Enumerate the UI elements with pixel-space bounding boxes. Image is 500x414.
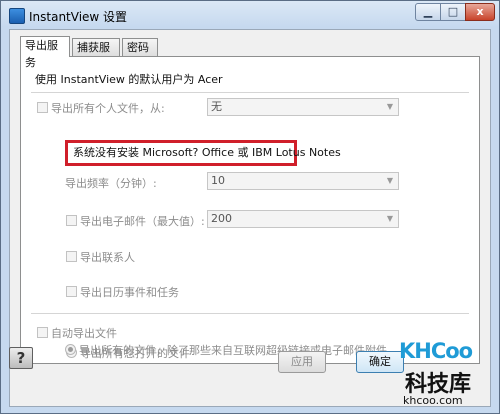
export-all-files-label: 导出所有个人文件，从: [51, 102, 165, 115]
tab-capture-service[interactable]: 捕获服务 [72, 38, 120, 71]
watermark-url: khcoo.com [403, 394, 463, 407]
title-bar[interactable]: InstantView 设置 ▁ □ x [1, 1, 499, 29]
chevron-down-icon: ▼ [386, 214, 394, 223]
export-source-value: 无 [211, 100, 222, 113]
export-frequency-value: 10 [211, 174, 225, 187]
export-calendar-label: 导出日历事件和任务 [80, 286, 179, 299]
tab-export-service[interactable]: 导出服务 [20, 36, 70, 69]
auto-export-label: 自动导出文件 [51, 327, 117, 340]
close-button[interactable]: x [465, 3, 495, 21]
khcoo-watermark-logo: KHCoo [399, 339, 473, 363]
export-email-label: 导出电子邮件（最大值）: [80, 215, 205, 228]
divider [31, 313, 469, 314]
export-all-except-radio[interactable] [65, 344, 76, 355]
export-email-max-select[interactable]: 200 ▼ [207, 210, 399, 228]
default-user-text: 使用 InstantView 的默认用户为 Acer [35, 73, 223, 86]
chevron-down-icon: ▼ [386, 176, 394, 185]
export-all-files-checkbox[interactable] [37, 102, 48, 113]
export-service-panel: 使用 InstantView 的默认用户为 Acer 导出所有个人文件，从: 无… [20, 56, 480, 364]
window-title: InstantView 设置 [29, 10, 128, 24]
settings-window: InstantView 设置 ▁ □ x 导出服务 捕获服务 密码 使用 Ins… [0, 0, 500, 414]
auto-export-checkbox[interactable] [37, 327, 48, 338]
chevron-down-icon: ▼ [386, 102, 394, 111]
export-contacts-checkbox[interactable] [66, 251, 77, 262]
help-button[interactable]: ? [9, 347, 33, 369]
maximize-button[interactable]: □ [440, 3, 466, 21]
export-email-checkbox[interactable] [66, 215, 77, 226]
tab-password[interactable]: 密码 [122, 38, 158, 56]
export-source-select[interactable]: 无 ▼ [207, 98, 399, 116]
apply-button[interactable]: 应用 [278, 351, 326, 373]
divider [31, 92, 469, 93]
ok-button[interactable]: 确定 [356, 351, 404, 373]
export-email-max-value: 200 [211, 212, 232, 225]
export-calendar-checkbox[interactable] [66, 286, 77, 297]
export-frequency-label: 导出频率（分钟）: [65, 177, 157, 190]
instantview-app-icon [9, 8, 25, 24]
export-all-except-label: 导出所有的文件，除了那些来自互联网超级链接或电子邮件附件 [79, 344, 387, 357]
export-frequency-select[interactable]: 10 ▼ [207, 172, 399, 190]
export-contacts-label: 导出联系人 [80, 251, 135, 264]
office-missing-notice: 系统没有安装 Microsoft? Office 或 IBM Lotus Not… [65, 140, 341, 166]
minimize-button[interactable]: ▁ [415, 3, 441, 21]
